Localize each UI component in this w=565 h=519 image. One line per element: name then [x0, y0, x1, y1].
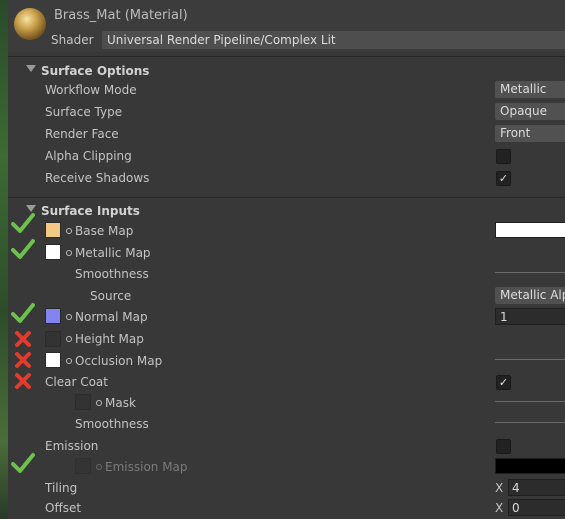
smoothness-slider[interactable] — [495, 272, 565, 273]
alpha-clipping-checkbox[interactable] — [496, 149, 511, 164]
surface-type-dropdown[interactable]: Opaque — [495, 103, 565, 120]
offset-label: Offset — [45, 501, 82, 515]
occlusion-map-texture-slot[interactable] — [45, 352, 61, 368]
material-preview-sphere — [14, 8, 46, 40]
texture-picker-dot-icon[interactable] — [66, 314, 72, 320]
surface-options-title: Surface Options — [41, 64, 150, 78]
metallic-map-label: Metallic Map — [75, 246, 151, 260]
triangle-down-icon — [26, 205, 36, 212]
source-label: Source — [90, 289, 132, 303]
texture-picker-dot-icon — [96, 464, 102, 470]
surface-options-foldout[interactable]: Surface Options — [8, 61, 565, 81]
emission-map-texture-slot — [75, 458, 91, 474]
material-title: Brass_Mat (Material) — [54, 8, 188, 23]
smoothness-label: Smoothness — [75, 267, 149, 281]
render-face-label: Render Face — [45, 127, 119, 141]
green-check-icon — [11, 303, 35, 323]
header-divider — [8, 56, 565, 57]
emission-map-label: Emission Map — [105, 460, 188, 474]
red-x-icon — [15, 331, 31, 347]
texture-picker-dot-icon[interactable] — [96, 400, 102, 406]
tiling-x-axis-label: X — [495, 481, 504, 495]
offset-x-field[interactable]: 0 — [508, 499, 565, 516]
green-check-icon — [11, 453, 35, 473]
mask-texture-slot[interactable] — [75, 394, 91, 410]
red-x-icon — [15, 373, 31, 389]
receive-shadows-label: Receive Shadows — [45, 171, 150, 185]
receive-shadows-checkbox[interactable]: ✓ — [496, 171, 511, 186]
occlusion-map-label: Occlusion Map — [75, 354, 163, 368]
source-dropdown[interactable]: Metallic Alpha — [495, 287, 565, 304]
offset-x-axis-label: X — [495, 501, 504, 515]
texture-picker-dot-icon[interactable] — [66, 358, 72, 364]
height-map-label: Height Map — [75, 332, 144, 346]
green-check-icon — [11, 213, 35, 233]
clear-coat-label: Clear Coat — [45, 375, 108, 389]
mask-label: Mask — [105, 396, 136, 410]
shader-label: Shader — [51, 33, 94, 47]
triangle-down-icon — [26, 65, 36, 72]
emission-label: Emission — [45, 439, 99, 453]
texture-picker-dot-icon[interactable] — [66, 336, 72, 342]
render-face-dropdown[interactable]: Front — [495, 125, 565, 142]
surface-type-label: Surface Type — [45, 105, 123, 119]
mask-slider[interactable] — [495, 401, 565, 402]
clear-coat-checkbox[interactable]: ✓ — [496, 375, 511, 390]
clear-coat-smoothness-label: Smoothness — [75, 417, 149, 431]
surface-inputs-title: Surface Inputs — [41, 204, 140, 218]
checkbox-tick-icon: ✓ — [498, 376, 509, 389]
workflow-mode-dropdown[interactable]: Metallic — [495, 81, 565, 98]
options-divider — [8, 197, 565, 198]
texture-picker-dot-icon[interactable] — [66, 228, 72, 234]
base-map-label: Base Map — [75, 224, 134, 238]
checkbox-tick-icon: ✓ — [498, 172, 509, 185]
emission-color-field — [495, 458, 565, 474]
base-map-texture-slot[interactable] — [45, 222, 61, 238]
surface-inputs-foldout[interactable]: Surface Inputs — [8, 201, 565, 221]
normal-map-label: Normal Map — [75, 310, 148, 324]
emission-checkbox[interactable] — [496, 439, 511, 454]
height-map-texture-slot[interactable] — [45, 331, 61, 347]
normal-scale-field[interactable]: 1 — [495, 308, 565, 325]
metallic-map-texture-slot[interactable] — [45, 244, 61, 260]
tiling-label: Tiling — [45, 481, 78, 495]
red-x-icon — [15, 352, 31, 368]
green-check-icon — [11, 239, 35, 259]
alpha-clipping-label: Alpha Clipping — [45, 149, 132, 163]
base-color-field[interactable] — [495, 222, 565, 238]
scene-view-edge — [0, 0, 8, 519]
texture-picker-dot-icon[interactable] — [66, 250, 72, 256]
occlusion-strength-slider[interactable] — [495, 359, 565, 360]
normal-map-texture-slot[interactable] — [45, 308, 61, 324]
shader-dropdown[interactable]: Universal Render Pipeline/Complex Lit — [102, 31, 565, 49]
workflow-mode-label: Workflow Mode — [45, 83, 137, 97]
clear-coat-smoothness-slider[interactable] — [495, 422, 565, 423]
tiling-x-field[interactable]: 4 — [508, 479, 565, 496]
